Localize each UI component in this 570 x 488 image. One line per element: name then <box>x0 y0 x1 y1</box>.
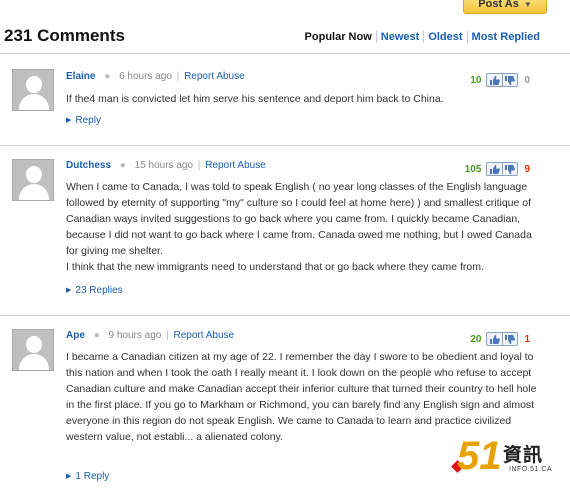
thumbs-up-icon[interactable] <box>487 163 502 175</box>
meta-divider: | <box>166 330 169 341</box>
comment-body: When I came to Canada, I was told to spe… <box>66 179 544 275</box>
avatar[interactable] <box>12 69 54 111</box>
comment-paragraph: When I came to Canada, I was told to spe… <box>66 181 532 257</box>
comment-meta: Elaine ● 6 hours ago | Report Abuse <box>66 71 245 82</box>
comment-paragraph: If the4 man is convicted let him serve h… <box>66 93 444 105</box>
avatar[interactable] <box>12 329 54 371</box>
site-watermark-logo: 51 資訊 INFO.51.CA <box>451 432 568 484</box>
comment-paragraph: I became a Canadian citizen at my age of… <box>66 351 537 443</box>
comment-count-title: 231 Comments <box>4 26 125 45</box>
comment-meta: Dutchess ● 15 hours ago | Report Abuse <box>66 160 266 171</box>
downvote-count: 1 <box>524 333 530 345</box>
comment-meta: Ape ● 9 hours ago | Report Abuse <box>66 330 234 341</box>
comment-body: I became a Canadian citizen at my age of… <box>66 349 544 445</box>
chevron-down-icon: ▼ <box>523 0 532 9</box>
thumbs-up-icon[interactable] <box>487 333 502 345</box>
comment-item: Dutchess ● 15 hours ago | Report Abuse 1… <box>0 146 570 314</box>
sort-oldest[interactable]: Oldest <box>423 31 466 43</box>
post-as-label: Post As <box>478 0 519 10</box>
vote-buttons <box>486 162 519 176</box>
replies-label: 23 Replies <box>75 285 123 296</box>
watermark-chinese: 資訊 <box>503 445 544 466</box>
watermark-site: INFO.51.CA <box>509 466 553 473</box>
report-abuse-link[interactable]: Report Abuse <box>184 71 245 82</box>
sort-most-replied[interactable]: Most Replied <box>466 31 544 43</box>
downvote-count: 9 <box>524 163 530 175</box>
reply-label: Reply <box>75 115 101 126</box>
comment-username[interactable]: Elaine <box>66 71 95 82</box>
vote-buttons <box>486 73 519 87</box>
triangle-right-icon: ▶ <box>66 473 72 480</box>
bullet-icon: ● <box>93 330 100 341</box>
upvote-count: 105 <box>464 163 482 175</box>
vote-controls: 105 9 <box>465 162 530 176</box>
meta-divider: | <box>176 71 180 82</box>
reply-link[interactable]: ▶ Reply <box>66 115 101 126</box>
replies-link[interactable]: ▶ 23 Replies <box>66 285 123 296</box>
comment-timestamp: 6 hours ago <box>119 71 172 82</box>
triangle-right-icon: ▶ <box>66 287 72 294</box>
watermark-number: 51 <box>457 434 502 478</box>
comments-header: 231 Comments Popular Now Newest Oldest M… <box>0 24 570 54</box>
avatar[interactable] <box>12 159 54 201</box>
vote-controls: 20 1 <box>470 332 530 346</box>
post-as-button[interactable]: Post As ▼ <box>463 0 547 14</box>
sort-popular-now[interactable]: Popular Now <box>301 31 376 43</box>
sort-options: Popular Now Newest Oldest Most Replied <box>301 31 544 43</box>
replies-link[interactable]: ▶ 1 Reply <box>66 471 109 482</box>
thumbs-down-icon[interactable] <box>502 333 517 345</box>
report-abuse-link[interactable]: Report Abuse <box>174 330 235 341</box>
bullet-icon: ● <box>104 71 111 82</box>
bullet-icon: ● <box>119 160 126 171</box>
vote-controls: 10 0 <box>470 73 530 87</box>
comment-timestamp: 9 hours ago <box>108 330 162 341</box>
triangle-right-icon: ▶ <box>66 117 72 124</box>
downvote-count: 0 <box>524 74 530 86</box>
upvote-count: 20 <box>470 333 482 345</box>
report-abuse-link[interactable]: Report Abuse <box>205 160 266 171</box>
comment-paragraph: I think that the new immigrants need to … <box>66 261 484 273</box>
meta-divider: | <box>197 160 201 171</box>
comment-item: Elaine ● 6 hours ago | Report Abuse 10 0… <box>0 56 570 144</box>
vote-buttons <box>486 332 519 346</box>
thumbs-down-icon[interactable] <box>502 163 517 175</box>
thumbs-down-icon[interactable] <box>502 74 517 86</box>
comment-username[interactable]: Dutchess <box>66 160 111 171</box>
comment-body: If the4 man is convicted let him serve h… <box>66 91 544 107</box>
sort-newest[interactable]: Newest <box>375 31 424 43</box>
comment-timestamp: 15 hours ago <box>134 160 194 171</box>
replies-label: 1 Reply <box>75 471 110 482</box>
upvote-count: 10 <box>470 74 482 86</box>
thumbs-up-icon[interactable] <box>487 74 502 86</box>
comment-username[interactable]: Ape <box>66 330 85 341</box>
